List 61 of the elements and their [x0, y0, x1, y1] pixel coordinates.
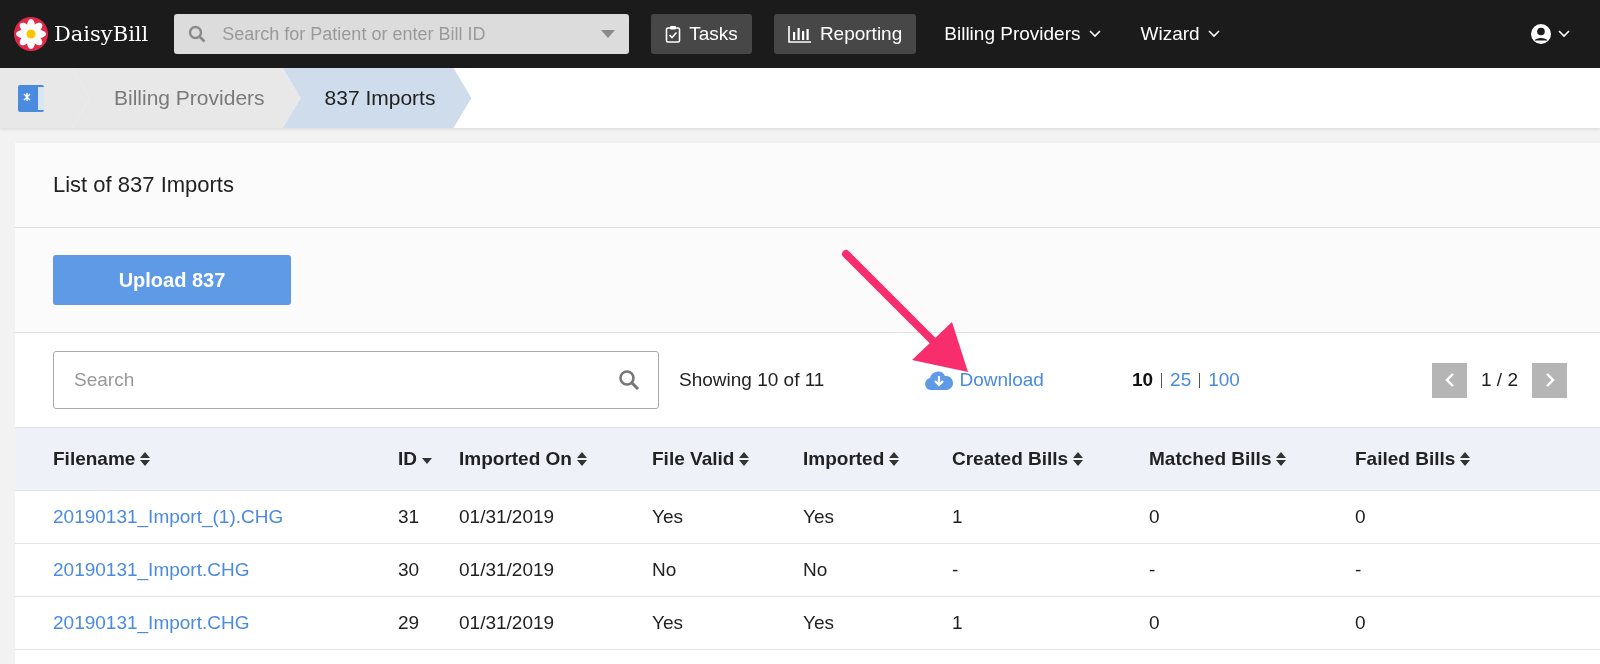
table-cell: 01/31/2019: [459, 506, 555, 528]
column-header[interactable]: Imported On: [459, 448, 647, 470]
chevron-down-icon: [1088, 30, 1101, 38]
nav-button[interactable]: Reporting: [773, 14, 917, 54]
clipboard-icon: [665, 25, 682, 43]
showing-count: Showing 10 of 11: [679, 369, 825, 391]
column-header[interactable]: ID: [398, 448, 454, 470]
breadcrumb-item[interactable]: Billing Providers: [72, 68, 301, 128]
column-header[interactable]: Imported: [803, 448, 947, 470]
table-cell: -: [1355, 559, 1362, 581]
page-size-option[interactable]: 10: [1131, 369, 1154, 391]
table-cell: 01/31/2019: [459, 559, 555, 581]
bar-chart-icon: [787, 25, 812, 43]
table-cell: 31: [398, 506, 420, 528]
column-header[interactable]: Filename: [53, 448, 393, 470]
table-cell: 0: [1149, 612, 1160, 634]
table-cell: Yes: [652, 612, 683, 634]
column-header[interactable]: Failed Bills: [1355, 448, 1550, 470]
search-box[interactable]: Search: [53, 351, 659, 409]
table-cell: 1: [952, 506, 963, 528]
chevron-right-icon: [1544, 372, 1555, 388]
chevron-down-icon: [1207, 30, 1220, 38]
table-cell: 0: [1355, 506, 1366, 528]
table-cell: -: [952, 559, 959, 581]
table-cell: No: [803, 559, 828, 581]
patient-search-box[interactable]: Search for Patient or enter Bill ID: [174, 14, 630, 54]
table-cell: 0: [1149, 506, 1160, 528]
search-icon: [618, 369, 640, 391]
table-cell: -: [1149, 559, 1156, 581]
nav-button[interactable]: Tasks: [651, 14, 752, 54]
chevron-left-icon: [1444, 372, 1455, 388]
table-cell: 01/31/2019: [459, 612, 555, 634]
table-cell: No: [652, 559, 677, 581]
page-indicator: 1 / 2: [1481, 369, 1518, 391]
nav-menu[interactable]: Wizard: [1134, 22, 1226, 46]
table-cell: Yes: [803, 612, 834, 634]
column-header[interactable]: Created Bills: [952, 448, 1144, 470]
table-cell: Yes: [803, 506, 834, 528]
brand-name: DaisyBill: [54, 22, 149, 46]
patient-search-field[interactable]: Search for Patient or enter Bill ID: [220, 22, 588, 46]
page-size-option[interactable]: 100: [1208, 369, 1240, 391]
column-header[interactable]: File Valid: [652, 448, 798, 470]
daisy-logo-icon: [14, 17, 48, 51]
table-cell: 1: [952, 612, 963, 634]
user-avatar-icon: [1530, 23, 1552, 45]
next-page-button[interactable]: [1532, 362, 1567, 398]
card-title: List of 837 Imports: [53, 172, 234, 198]
dropdown-caret-icon: [601, 30, 616, 38]
table-cell: 0: [1355, 612, 1366, 634]
download-link[interactable]: Download: [924, 369, 1044, 391]
document-icon[interactable]: [17, 83, 47, 113]
chevron-down-icon: [1558, 30, 1570, 38]
table-cell: 30: [398, 559, 420, 581]
breadcrumb-item[interactable]: 837 Imports: [282, 68, 472, 128]
table-cell: Yes: [652, 506, 683, 528]
previous-page-button[interactable]: [1432, 362, 1467, 398]
search-icon: [188, 25, 207, 43]
nav-menu[interactable]: Billing Providers: [938, 22, 1107, 46]
column-header[interactable]: Matched Bills: [1149, 448, 1350, 470]
cloud-download-icon: [924, 369, 955, 391]
table-cell: 29: [398, 612, 420, 634]
